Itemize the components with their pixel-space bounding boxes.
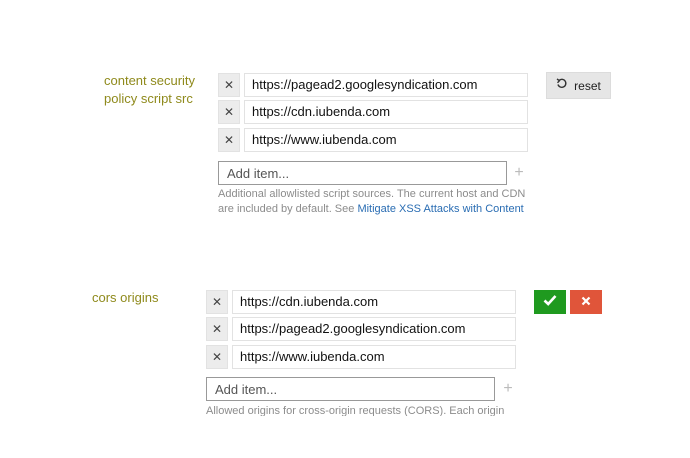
csp-help-text: Additional allowlisted script sources. T… [218,187,528,216]
close-icon: ✕ [223,105,235,119]
close-icon: ✕ [223,78,235,92]
csp-list-item: ✕ https://pagead2.googlesyndication.com [218,73,528,99]
remove-item-button[interactable]: ✕ [218,128,240,152]
check-icon [543,293,557,311]
remove-item-button[interactable]: ✕ [218,100,240,124]
csp-list-item: ✕ https://cdn.iubenda.com [218,100,528,126]
csp-item-value: https://www.iubenda.com [244,128,528,152]
mitigate-xss-link[interactable]: Mitigate XSS Attacks with Content [357,203,523,215]
cors-item-value: https://cdn.iubenda.com [232,290,516,314]
cors-list-item: ✕ https://pagead2.googlesyndication.com [206,317,516,343]
close-icon: ✕ [211,350,223,364]
cors-list-item: ✕ https://cdn.iubenda.com [206,290,516,316]
cors-list-item: ✕ https://www.iubenda.com [206,345,516,371]
cors-help-text: Allowed origins for cross-origin request… [206,405,505,416]
cancel-button[interactable] [570,290,602,314]
cors-item-value: https://www.iubenda.com [232,345,516,369]
plus-icon[interactable]: + [508,161,530,185]
remove-item-button[interactable]: ✕ [206,317,228,341]
undo-icon [556,78,568,93]
plus-icon[interactable]: + [497,377,519,401]
remove-item-button[interactable]: ✕ [206,290,228,314]
csp-label-line2: policy script src [104,91,193,106]
cors-add-item-input[interactable] [206,377,495,401]
close-icon [581,293,591,311]
close-icon: ✕ [223,133,235,147]
reset-label: reset [574,78,601,93]
remove-item-button[interactable]: ✕ [206,345,228,369]
close-icon: ✕ [211,295,223,309]
reset-button[interactable]: reset [546,72,611,99]
cors-label: cors origins [92,290,159,305]
csp-item-value: https://cdn.iubenda.com [244,100,528,124]
save-button[interactable] [534,290,566,314]
remove-item-button[interactable]: ✕ [218,73,240,97]
cors-item-value: https://pagead2.googlesyndication.com [232,317,516,341]
csp-item-value: https://pagead2.googlesyndication.com [244,73,528,97]
csp-label-line1: content security [104,73,196,88]
csp-add-item-input[interactable] [218,161,507,185]
csp-list-item: ✕ https://www.iubenda.com [218,128,528,154]
csp-label: content security policy script src [104,72,204,108]
close-icon: ✕ [211,322,223,336]
